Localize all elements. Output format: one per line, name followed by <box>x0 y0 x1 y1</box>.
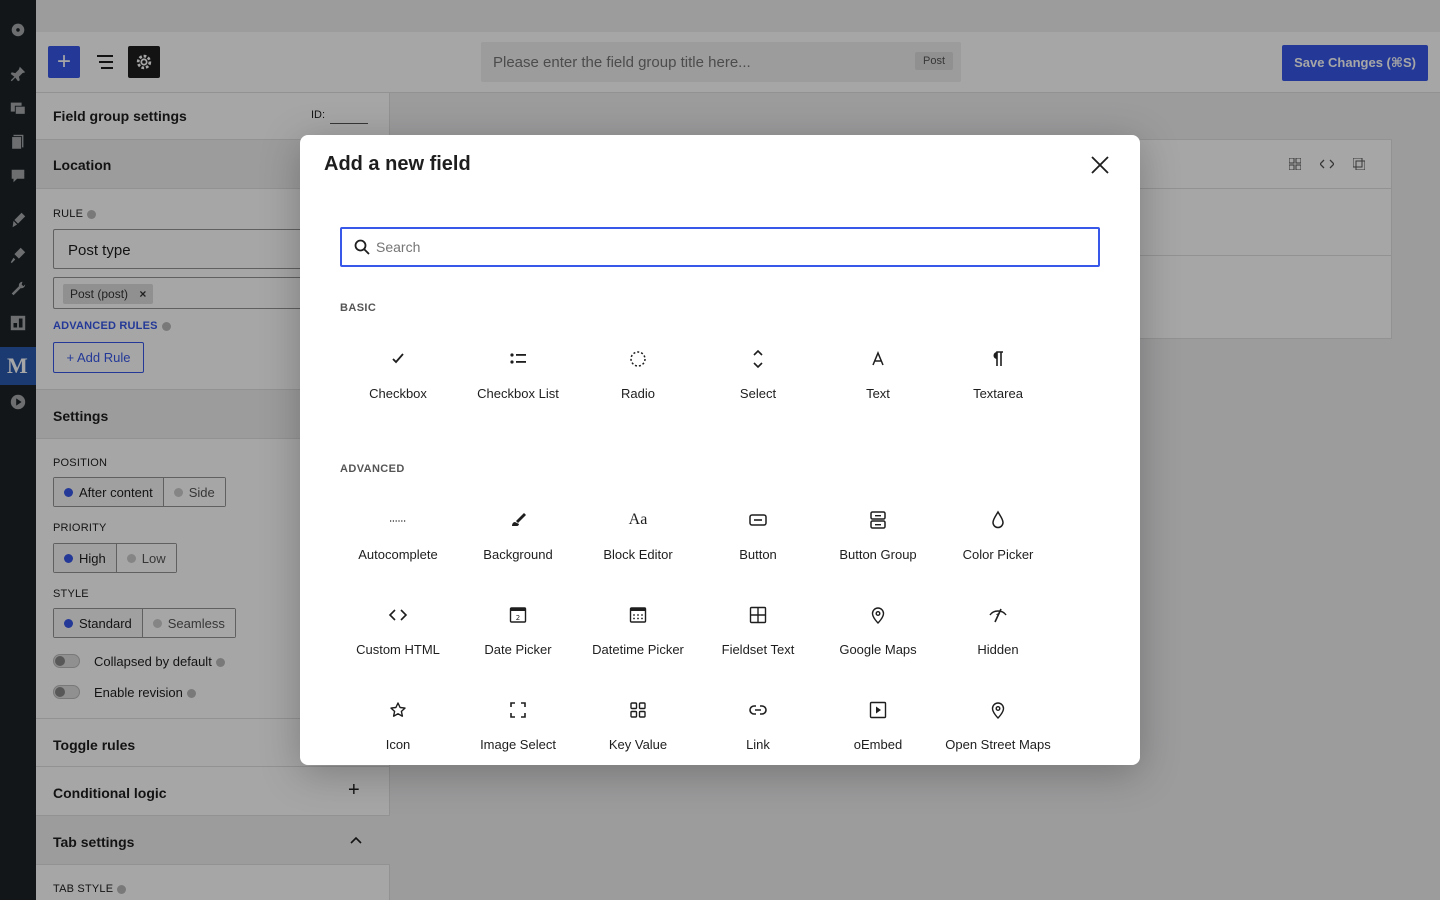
search-icon <box>354 239 370 255</box>
field-type-label: Datetime Picker <box>592 642 684 657</box>
field-type-label: Fieldset Text <box>721 642 795 657</box>
field-type-label: Google Maps <box>839 642 917 657</box>
field-type-tile[interactable]: Text <box>818 335 938 415</box>
eye-slash-icon <box>986 603 1010 627</box>
button-icon <box>746 508 770 532</box>
list-bullet-icon <box>506 347 530 371</box>
star-icon <box>386 698 410 722</box>
field-type-tile[interactable]: Checkbox <box>338 335 458 415</box>
field-type-tile[interactable]: Autocomplete <box>338 496 458 576</box>
frame-icon <box>506 698 530 722</box>
table-icon <box>746 603 770 627</box>
pilcrow-icon <box>986 347 1010 371</box>
map-pin-icon <box>866 603 890 627</box>
code-icon <box>386 603 410 627</box>
field-type-label: Hidden <box>977 642 1019 657</box>
field-type-label: Color Picker <box>962 547 1034 562</box>
field-type-label: Block Editor <box>603 547 673 562</box>
field-type-label: Checkbox <box>369 386 427 401</box>
close-icon <box>1091 156 1109 174</box>
field-type-label: Autocomplete <box>358 547 438 562</box>
field-type-tile[interactable]: Custom HTML <box>338 591 458 671</box>
link-icon <box>746 698 770 722</box>
field-type-label: Link <box>746 737 770 752</box>
chevron-up-down-icon <box>746 347 770 371</box>
field-type-tile[interactable]: Hidden <box>938 591 1058 671</box>
svg-text:2: 2 <box>516 614 520 622</box>
field-type-label: Radio <box>621 386 655 401</box>
field-type-label: Textarea <box>973 386 1023 401</box>
field-type-tile[interactable]: Key Value <box>578 686 698 765</box>
field-type-tile[interactable]: Background <box>458 496 578 576</box>
field-type-label: Date Picker <box>484 642 552 657</box>
field-type-label: Checkbox List <box>477 386 559 401</box>
field-type-tile[interactable]: Aa Block Editor <box>578 496 698 576</box>
field-type-tile[interactable]: Fieldset Text <box>698 591 818 671</box>
video-icon <box>866 698 890 722</box>
field-type-tile[interactable]: 2 Date Picker <box>458 591 578 671</box>
field-type-tile[interactable]: Open Street Maps <box>938 686 1058 765</box>
check-icon <box>386 347 410 371</box>
field-type-label: Key Value <box>608 737 668 752</box>
advanced-section-title: ADVANCED <box>340 463 405 475</box>
brush-icon <box>506 508 530 532</box>
field-type-label: Background <box>483 547 553 562</box>
basic-section-title: BASIC <box>340 302 377 314</box>
field-type-label: Button <box>739 547 777 562</box>
field-type-label: Icon <box>385 737 411 752</box>
field-type-tile[interactable]: Icon <box>338 686 458 765</box>
grid-icon <box>626 698 650 722</box>
field-type-tile[interactable]: Select <box>698 335 818 415</box>
dots-icon <box>386 508 410 532</box>
field-type-tile[interactable]: Datetime Picker <box>578 591 698 671</box>
field-type-tile[interactable]: Textarea <box>938 335 1058 415</box>
droplet-icon <box>986 508 1010 532</box>
field-type-tile[interactable]: Link <box>698 686 818 765</box>
field-type-label: Select <box>739 386 777 401</box>
field-type-tile[interactable]: Button Group <box>818 496 938 576</box>
text-a-icon <box>866 347 890 371</box>
map-pin-icon <box>986 698 1010 722</box>
field-type-tile[interactable]: Radio <box>578 335 698 415</box>
search-input[interactable] <box>376 237 1076 257</box>
calendar-icon: 2 <box>506 603 530 627</box>
field-type-tile[interactable]: Button <box>698 496 818 576</box>
field-type-label: Text <box>866 386 890 401</box>
radio-circle-icon <box>626 347 650 371</box>
field-type-label: Custom HTML <box>356 642 440 657</box>
field-type-label: oEmbed <box>853 737 903 752</box>
font-aa-icon: Aa <box>628 511 648 528</box>
field-type-tile[interactable]: Color Picker <box>938 496 1058 576</box>
field-type-label: Image Select <box>480 737 556 752</box>
add-field-modal: Add a new field BASIC Checkbox Checkbox … <box>300 135 1140 765</box>
calendar-grid-icon <box>626 603 650 627</box>
field-type-tile[interactable]: Checkbox List <box>458 335 578 415</box>
button-group-icon <box>866 508 890 532</box>
field-type-label: Button Group <box>839 547 917 562</box>
field-type-label: Open Street Maps <box>945 737 1051 752</box>
field-type-tile[interactable]: oEmbed <box>818 686 938 765</box>
field-type-tile[interactable]: Google Maps <box>818 591 938 671</box>
close-button[interactable] <box>1086 151 1114 179</box>
modal-title: Add a new field <box>324 153 471 175</box>
field-search-box <box>340 227 1100 267</box>
field-type-tile[interactable]: Image Select <box>458 686 578 765</box>
